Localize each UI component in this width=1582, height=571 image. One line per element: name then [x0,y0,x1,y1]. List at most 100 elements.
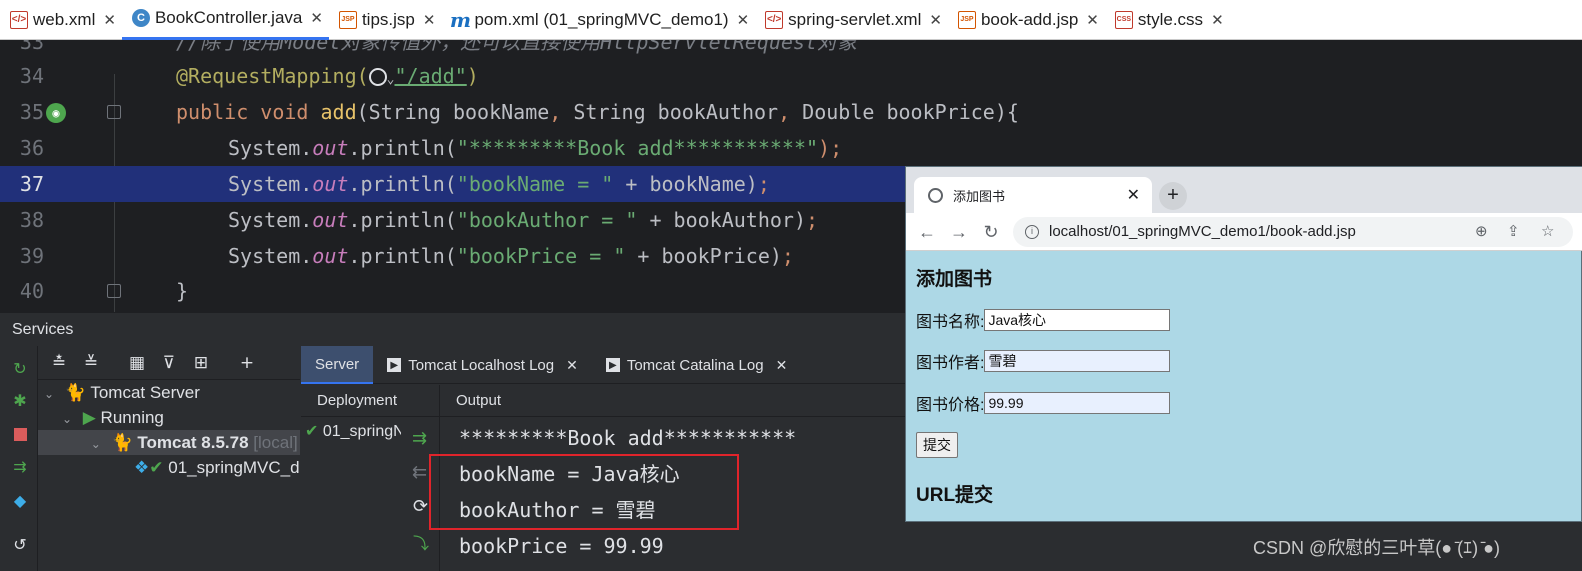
close-icon[interactable]: ✕ [776,357,788,374]
close-icon[interactable]: ✕ [310,9,323,27]
stop-icon[interactable] [10,424,30,444]
chevron-down-icon[interactable]: ⌄ [62,407,78,432]
share-icon[interactable]: ⇪ [1507,217,1520,247]
code-text: System.out.println("bookName = " + bookN… [228,166,770,202]
tab-tomcat-localhost-log[interactable]: ▶ Tomcat Localhost Log ✕ [373,346,592,384]
globe-icon [928,187,943,203]
code-token: + bookPrice) [625,244,782,268]
tab-tips-jsp[interactable]: JSP tips.jsp ✕ [329,0,442,40]
log-icon: ▶ [387,358,402,372]
run-endpoint-icon[interactable]: ◉ [46,103,66,123]
group-icon[interactable]: ▦ [126,352,148,374]
info-icon[interactable]: i [1025,225,1039,239]
params-token: String bookAuthor [573,100,779,124]
deployment-item[interactable]: ✔ 01_springN [305,420,401,444]
zoom-icon[interactable]: ⊕ [1475,217,1488,247]
browser-tab[interactable]: 添加图书 ✕ [914,177,1152,213]
close-icon[interactable]: ✕ [929,11,942,29]
browser-tab-strip: 添加图书 ✕ + [906,167,1582,213]
params-token: Double bookPrice){ [802,100,1019,124]
tree-node-tomcat-server[interactable]: ⌄ 🐈 Tomcat Server [44,380,200,405]
update-icon[interactable]: ⟳ [413,496,428,517]
code-token: ); [818,136,843,160]
tree-node-running[interactable]: ⌄ ▶ Running [62,405,164,430]
column-header-deployment: Deployment [317,392,398,409]
code-line[interactable]: 33 //除了使用Model对象传值外，还可以直接使用HttpServletRe… [0,40,1582,60]
close-icon[interactable]: ✕ [1127,185,1140,205]
xml-file-icon: </> [10,10,28,29]
tab-label: Tomcat Catalina Log [626,356,764,374]
forward-icon[interactable]: → [948,221,970,243]
book-name-row: 图书名称: [916,308,1171,332]
line-number: 39 [19,244,44,268]
submit-button[interactable]: 提交 [916,432,958,458]
keyword-token: public void [176,100,321,124]
book-price-row: 图书价格: [916,391,1171,415]
new-tab-icon[interactable]: ⊞ [190,352,212,374]
close-icon[interactable]: ✕ [1086,11,1099,29]
line-number: 35 [19,100,44,124]
redeploy-icon[interactable]: ⤵ [413,530,429,554]
undeploy-icon[interactable]: ⇇ [412,462,427,483]
section-heading: URL提交 [916,485,994,506]
browser-window: 添加图书 ✕ + ← → ↻ i localhost/01_springMVC_… [905,166,1582,522]
tab-server[interactable]: Server [301,346,374,384]
close-icon[interactable]: ✕ [103,11,116,29]
debug-icon[interactable]: ✱ [10,390,30,410]
code-line[interactable]: 36 System.out.println("*********Book add… [0,130,1582,166]
code-line[interactable]: 34 @RequestMapping(⌄"/add") [0,58,1582,94]
column-header-output: Output [456,392,502,409]
filter-icon[interactable]: ⊽ [158,352,180,374]
tab-tomcat-catalina-log[interactable]: ▶ Tomcat Catalina Log ✕ [592,346,801,384]
string-token: "/add" [394,64,467,88]
tab-label: tips.jsp [361,9,415,29]
close-icon[interactable]: ✕ [737,11,750,29]
tab-pom-xml[interactable]: m pom.xml (01_springMVC_demo1) ✕ [441,0,755,40]
tree-node-tomcat-instance[interactable]: ⌄ 🐈 Tomcat 8.5.78 [local] [38,430,300,455]
diamond-icon[interactable]: ◆ [10,490,30,510]
code-text: System.out.println("bookAuthor = " + boo… [228,202,818,238]
tab-spring-servlet-xml[interactable]: </> spring-servlet.xml ✕ [755,0,948,40]
add-icon[interactable]: + [236,352,258,374]
globe-icon[interactable] [368,68,387,86]
tab-label: book-add.jsp [980,9,1079,29]
expand-all-icon[interactable]: ≛ [48,352,70,374]
code-line[interactable]: 35 ◉ public void add(String bookName, St… [0,94,1582,130]
page-title: 添加图书 [916,269,993,290]
tab-label: Tomcat Localhost Log [408,356,555,374]
tab-book-add-jsp[interactable]: JSP book-add.jsp ✕ [948,0,1105,40]
fold-icon[interactable] [107,105,121,119]
refresh-icon[interactable]: ↺ [10,534,30,554]
tab-bookcontroller-java[interactable]: C BookController.java ✕ [121,0,329,40]
tab-label: Server [315,355,360,373]
book-author-input[interactable] [984,350,1171,372]
fold-icon[interactable] [107,284,121,298]
collapse-all-icon[interactable]: ≚ [80,352,102,374]
annotation-token: @RequestMapping( [176,64,369,88]
tab-style-css[interactable]: CSS style.css ✕ [1105,0,1230,40]
reload-icon[interactable]: ↻ [980,221,1002,243]
css-file-icon: CSS [1114,10,1133,29]
deploy-icon[interactable]: ⇉ [412,428,427,449]
address-bar[interactable]: i localhost/01_springMVC_demo1/book-add.… [1013,217,1573,247]
book-price-input[interactable] [984,392,1171,414]
close-icon[interactable]: ✕ [423,11,436,29]
close-icon[interactable]: ✕ [566,357,578,374]
tab-web-xml[interactable]: </> web.xml ✕ [0,0,122,40]
jsp-file-icon: JSP [957,10,976,29]
rerun-icon[interactable]: ↻ [10,358,30,378]
output-column-headers: Deployment Output [301,385,905,417]
code-text: System.out.println("*********Book add***… [228,130,842,166]
bookmark-star-icon[interactable]: ☆ [1541,217,1554,247]
tomcat-icon: 🐈 [64,383,86,402]
tree-node-tag: [local] [253,433,298,452]
deploy-icon[interactable]: ⇉ [10,456,30,476]
book-name-input[interactable] [984,309,1171,331]
new-tab-button[interactable]: + [1159,182,1187,210]
tree-node-label: Tomcat Server [90,383,200,402]
tree-node-artifact[interactable]: ❖✔ 01_springMVC_d [134,455,300,480]
back-icon[interactable]: ← [916,221,938,243]
chevron-down-icon[interactable]: ⌄ [91,432,107,457]
close-icon[interactable]: ✕ [1211,11,1224,29]
chevron-down-icon[interactable]: ⌄ [44,382,60,407]
